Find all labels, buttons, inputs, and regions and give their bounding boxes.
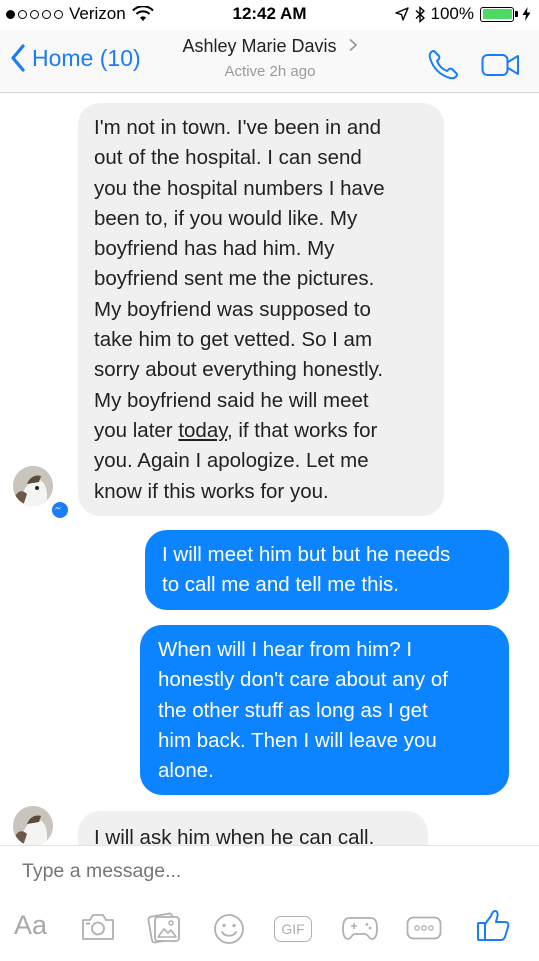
message-line: been to, if you would like. My bbox=[94, 206, 358, 230]
location-arrow-icon bbox=[394, 7, 409, 21]
message-line: him back. Then I will leave you bbox=[158, 728, 437, 752]
message-input[interactable] bbox=[22, 860, 502, 883]
message-line: know if this works for you. bbox=[94, 479, 329, 503]
battery-icon bbox=[480, 6, 518, 22]
message-line: sorry about everything honestly. bbox=[94, 358, 384, 382]
message-line: out of the hospital. I can send bbox=[94, 146, 362, 170]
message-text: you later bbox=[94, 418, 179, 442]
message-line: boyfriend has had him. My bbox=[94, 237, 335, 261]
outgoing-message[interactable]: When will I hear from him? I honestly do… bbox=[140, 625, 509, 795]
message-line: I'm not in town. I've been in and bbox=[94, 116, 382, 139]
bluetooth-icon bbox=[415, 5, 425, 23]
more-icon bbox=[406, 916, 442, 940]
messenger-badge-icon bbox=[50, 500, 70, 520]
message-line: take him to get vetted. So I am bbox=[94, 328, 373, 352]
contact-status: Active 2h ago bbox=[224, 63, 316, 80]
outgoing-message[interactable]: I will meet him but but he needs to call… bbox=[145, 530, 509, 610]
text-style-button[interactable]: Aa bbox=[14, 910, 47, 941]
gif-icon: GIF bbox=[274, 916, 312, 942]
back-label: Home (10) bbox=[32, 44, 141, 71]
video-camera-icon[interactable] bbox=[481, 52, 521, 78]
gif-button[interactable]: GIF bbox=[274, 916, 312, 942]
status-right: 100% bbox=[394, 4, 531, 24]
contact-name-row: Ashley Marie Davis bbox=[160, 36, 380, 57]
photo-gallery-icon bbox=[147, 912, 180, 944]
aa-label: Aa bbox=[14, 910, 48, 940]
message-line: you the hospital numbers I have bbox=[94, 176, 385, 200]
emoji-icon bbox=[214, 914, 244, 944]
avatar[interactable] bbox=[13, 466, 53, 506]
incoming-message[interactable]: I'm not in town. I've been in and out of… bbox=[78, 103, 444, 516]
message-text: , if that works for bbox=[226, 418, 378, 442]
chevron-right-icon bbox=[348, 38, 357, 52]
more-button[interactable] bbox=[406, 916, 442, 940]
camera-button[interactable] bbox=[80, 912, 116, 942]
avatar[interactable] bbox=[13, 806, 53, 846]
message-line: you. Again I apologize. Let me bbox=[94, 449, 369, 473]
back-chevron-icon bbox=[11, 44, 25, 72]
charging-icon bbox=[522, 7, 531, 21]
status-bar: Verizon 12:42 AM 100% bbox=[0, 0, 539, 30]
message-line: to call me and tell me this. bbox=[162, 573, 399, 597]
battery-percent: 100% bbox=[430, 4, 474, 23]
games-button[interactable] bbox=[341, 914, 379, 942]
message-line: boyfriend sent me the pictures. bbox=[94, 267, 375, 291]
thumbs-up-icon bbox=[477, 910, 510, 941]
message-line: My boyfriend was supposed to bbox=[94, 297, 371, 321]
message-line: you later today, if that works for bbox=[94, 416, 444, 446]
composer-toolbar: Aa GIF bbox=[0, 906, 539, 954]
conversation-header: Home (10) Ashley Marie Davis Active 2h a… bbox=[0, 30, 539, 93]
gif-label: GIF bbox=[281, 921, 305, 937]
photo-gallery-button[interactable] bbox=[146, 912, 182, 944]
contact-info[interactable]: Ashley Marie Davis Active 2h ago bbox=[160, 36, 380, 80]
date-link[interactable]: today bbox=[178, 419, 227, 442]
like-button[interactable] bbox=[475, 908, 511, 944]
camera-icon bbox=[82, 914, 114, 940]
game-controller-icon bbox=[342, 917, 378, 940]
message-line: honestly don't care about any of bbox=[158, 668, 448, 692]
phone-icon[interactable] bbox=[426, 48, 460, 82]
back-button[interactable]: Home (10) bbox=[10, 44, 141, 72]
message-line: My boyfriend said he will meet bbox=[94, 388, 369, 412]
message-line: the other stuff as long as I get bbox=[158, 698, 428, 722]
contact-name: Ashley Marie Davis bbox=[182, 36, 337, 56]
message-line: I will meet him but but he needs bbox=[162, 543, 451, 566]
message-composer: Aa G bbox=[0, 845, 539, 961]
message-line: When will I hear from him? I bbox=[158, 638, 413, 661]
emoji-button[interactable] bbox=[212, 912, 246, 946]
message-line: alone. bbox=[158, 759, 214, 783]
